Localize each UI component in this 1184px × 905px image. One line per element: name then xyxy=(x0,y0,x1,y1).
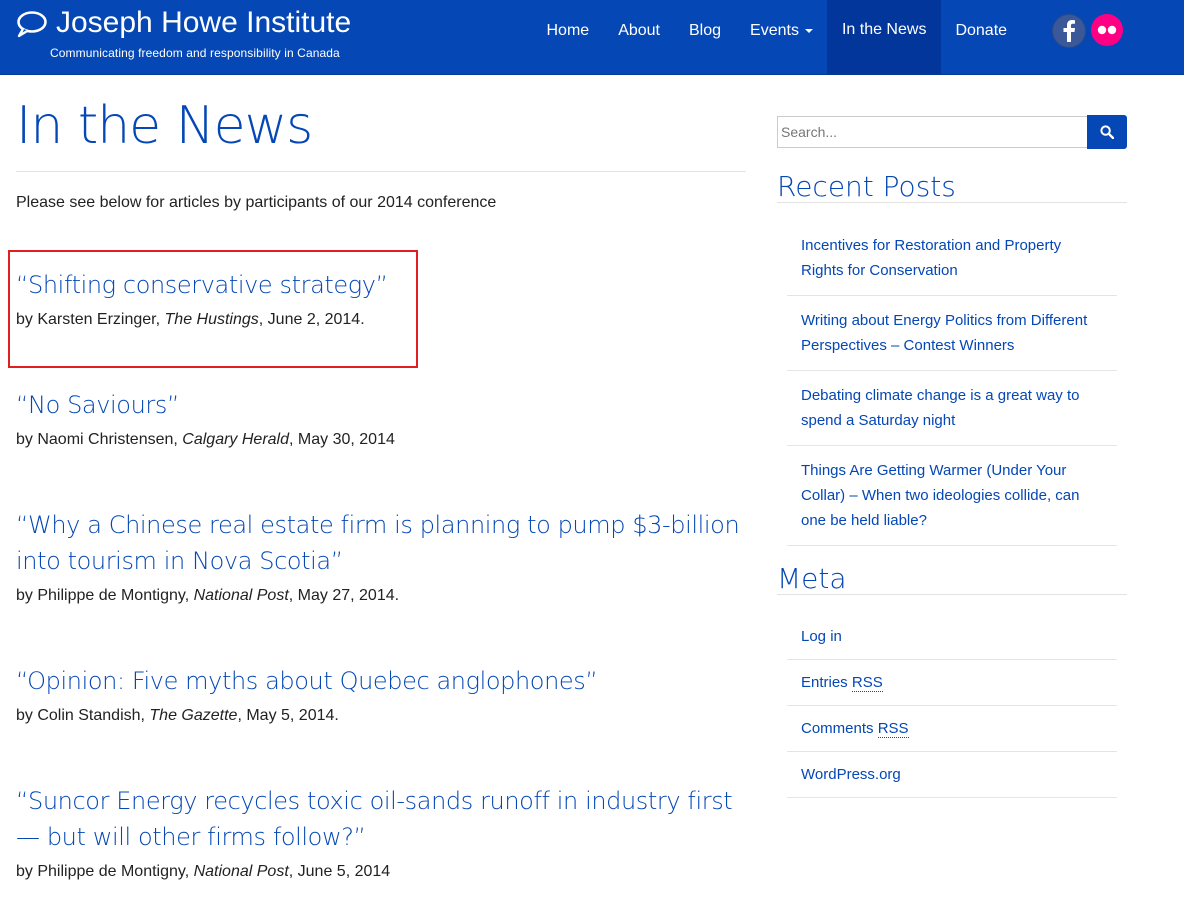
comments-label: Comments xyxy=(801,720,878,737)
byline-date: , May 30, 2014 xyxy=(289,431,395,448)
main-nav: Home About Blog Events In the News Donat… xyxy=(532,0,1022,74)
article-byline: by Philippe de Montigny, National Post, … xyxy=(16,585,746,607)
search-icon xyxy=(1100,125,1114,139)
byline-author: by Naomi Christensen, xyxy=(16,431,183,448)
nav-donate-label: Donate xyxy=(955,21,1008,39)
list-item: Comments RSS xyxy=(787,706,1117,752)
nav-donate[interactable]: Donate xyxy=(941,0,1022,61)
nav-home-label: Home xyxy=(546,21,590,39)
nav-blog-label: Blog xyxy=(689,21,722,39)
list-item: WordPress.org xyxy=(787,752,1117,798)
nav-home[interactable]: Home xyxy=(532,0,604,61)
caret-down-icon xyxy=(804,28,813,33)
list-item: Things Are Getting Warmer (Under Your Co… xyxy=(787,446,1117,546)
site-brand[interactable]: Joseph Howe Institute Communicating free… xyxy=(16,6,352,60)
login-link[interactable]: Log in xyxy=(801,628,842,645)
highlight-box xyxy=(8,250,418,368)
flickr-icon[interactable] xyxy=(1091,14,1123,46)
article-byline: by Philippe de Montigny, National Post, … xyxy=(16,861,746,883)
recent-post-link[interactable]: Debating climate change is a great way t… xyxy=(801,387,1080,429)
article-item: “Opinion: Five myths about Quebec anglop… xyxy=(16,663,746,727)
site-title: Joseph Howe Institute xyxy=(56,6,352,39)
meta-title: Meta xyxy=(777,562,847,595)
list-item: Entries RSS xyxy=(787,660,1117,706)
article-item: “No Saviours” by Naomi Christensen, Calg… xyxy=(16,387,746,451)
byline-author: by Philippe de Montigny, xyxy=(16,587,194,604)
search-button[interactable] xyxy=(1087,115,1127,149)
meta-divider xyxy=(777,594,1127,595)
list-item: Debating climate change is a great way t… xyxy=(787,371,1117,446)
recent-posts-title: Recent Posts xyxy=(777,170,956,203)
entries-label: Entries xyxy=(801,674,852,691)
nav-about[interactable]: About xyxy=(604,0,675,61)
list-item: Log in xyxy=(787,614,1117,660)
nav-blog[interactable]: Blog xyxy=(675,0,736,61)
wordpress-link[interactable]: WordPress.org xyxy=(801,766,901,783)
intro-text: Please see below for articles by partici… xyxy=(16,194,497,211)
site-tagline: Communicating freedom and responsibility… xyxy=(50,46,340,60)
flickr-glyph xyxy=(1097,25,1117,35)
list-item: Writing about Energy Politics from Diffe… xyxy=(787,296,1117,371)
rss-abbr: RSS xyxy=(851,674,883,692)
facebook-glyph xyxy=(1063,20,1075,42)
byline-date: , June 5, 2014 xyxy=(288,863,391,880)
recent-posts-divider xyxy=(777,202,1127,203)
rss-abbr: RSS xyxy=(877,720,909,738)
nav-in-the-news-label: In the News xyxy=(841,21,927,38)
nav-about-label: About xyxy=(618,21,660,39)
byline-publication: National Post xyxy=(193,863,289,880)
article-link[interactable]: “Opinion: Five myths about Quebec anglop… xyxy=(16,663,746,699)
search-input[interactable] xyxy=(777,116,1087,148)
nav-events-label: Events xyxy=(750,21,799,39)
speech-bubble-icon xyxy=(17,11,47,38)
nav-in-the-news[interactable]: In the News xyxy=(827,0,941,74)
article-item: “Suncor Energy recycles toxic oil-sands … xyxy=(16,783,746,883)
byline-author: by Philippe de Montigny, xyxy=(16,863,194,880)
facebook-icon[interactable] xyxy=(1052,14,1086,48)
social-links xyxy=(1052,14,1123,48)
comments-rss-link[interactable]: Comments RSS xyxy=(801,720,909,738)
title-divider xyxy=(16,171,746,172)
recent-posts-list: Incentives for Restoration and Property … xyxy=(787,221,1117,546)
byline-date: , May 5, 2014. xyxy=(237,707,339,724)
meta-list: Log in Entries RSS Comments RSS WordPres… xyxy=(787,614,1117,798)
search-form xyxy=(777,115,1127,149)
entries-rss-link[interactable]: Entries RSS xyxy=(801,674,883,692)
recent-post-link[interactable]: Incentives for Restoration and Property … xyxy=(801,237,1061,279)
byline-date: , May 27, 2014. xyxy=(288,587,400,604)
article-byline: by Colin Standish, The Gazette, May 5, 2… xyxy=(16,705,746,727)
byline-publication: The Gazette xyxy=(149,707,238,724)
byline-author: by Colin Standish, xyxy=(16,707,150,724)
article-byline: by Naomi Christensen, Calgary Herald, Ma… xyxy=(16,429,746,451)
recent-post-link[interactable]: Things Are Getting Warmer (Under Your Co… xyxy=(801,462,1079,529)
site-navbar: Joseph Howe Institute Communicating free… xyxy=(0,0,1184,75)
article-link[interactable]: “Why a Chinese real estate firm is plann… xyxy=(16,507,746,579)
recent-post-link[interactable]: Writing about Energy Politics from Diffe… xyxy=(801,312,1087,354)
byline-publication: National Post xyxy=(193,587,289,604)
article-item: “Why a Chinese real estate firm is plann… xyxy=(16,507,746,607)
byline-publication: Calgary Herald xyxy=(182,431,290,448)
nav-events[interactable]: Events xyxy=(736,0,828,61)
article-link[interactable]: “No Saviours” xyxy=(16,387,746,423)
article-link[interactable]: “Suncor Energy recycles toxic oil-sands … xyxy=(16,783,746,855)
page-title: In the News xyxy=(16,96,313,156)
list-item: Incentives for Restoration and Property … xyxy=(787,221,1117,296)
